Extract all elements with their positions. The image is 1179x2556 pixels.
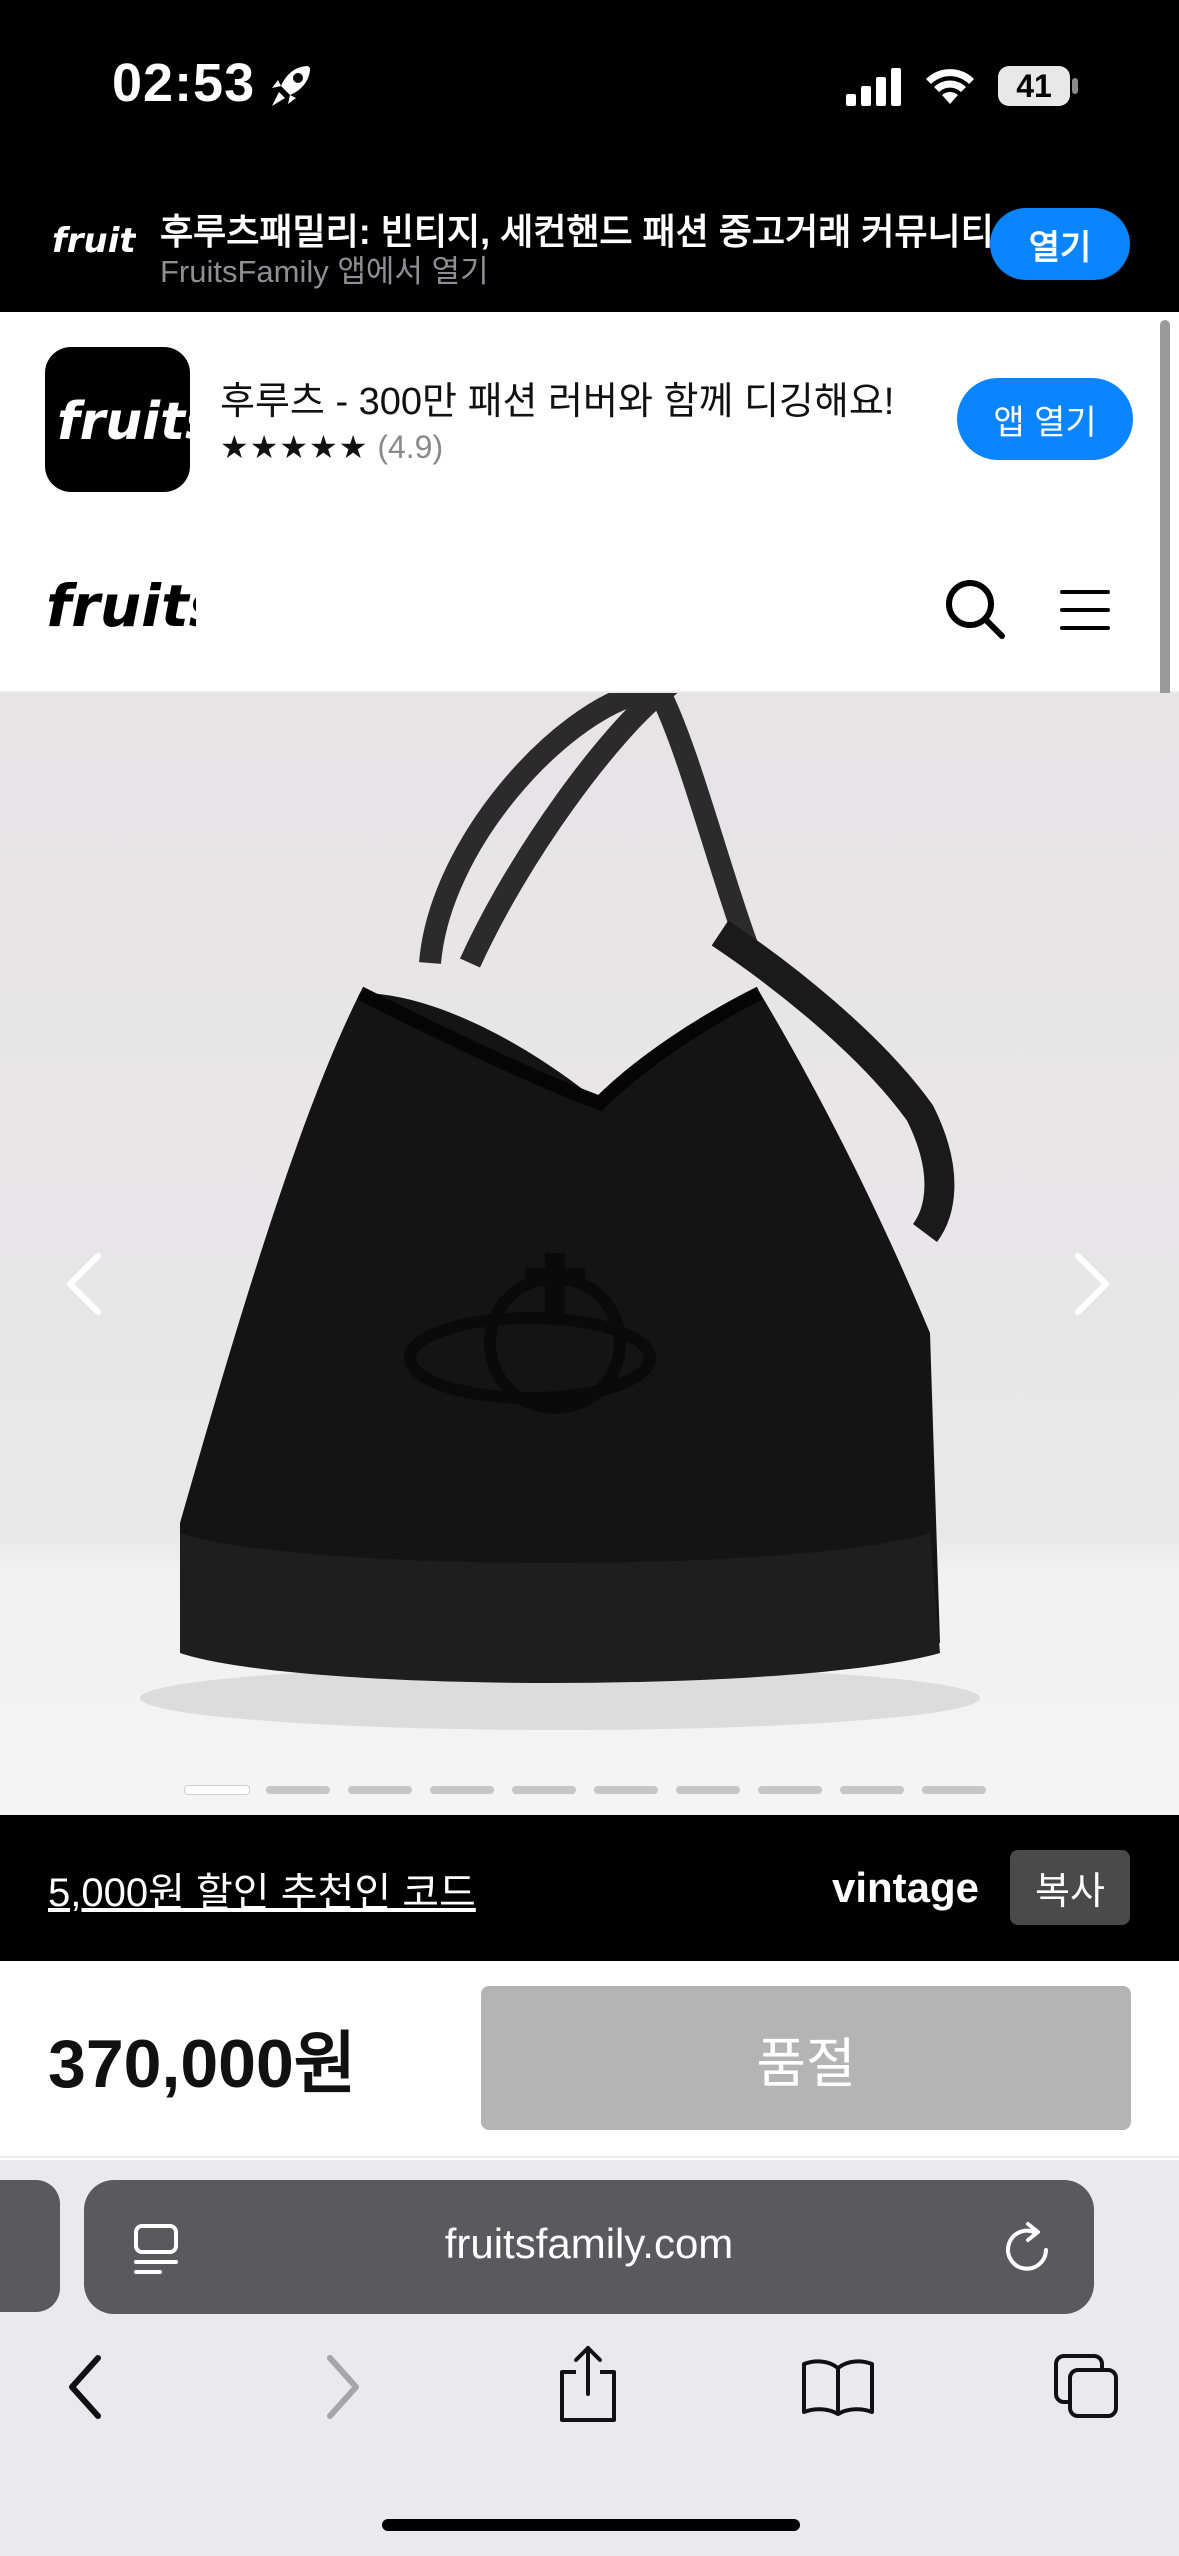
share-icon[interactable] (556, 2344, 620, 2424)
svg-text:fruits: fruits (57, 392, 190, 452)
signal-icon (846, 68, 901, 106)
carousel-dot[interactable] (266, 1786, 330, 1794)
carousel-dot[interactable] (922, 1786, 986, 1794)
banner-subtitle: FruitsFamily 앱에서 열기 (160, 254, 489, 289)
product-image[interactable] (0, 693, 1179, 1815)
carousel-dot[interactable] (184, 1785, 250, 1795)
product-price: 370,000원 (48, 2026, 357, 2102)
copy-code-button[interactable]: 복사 (1010, 1850, 1130, 1925)
svg-text:fruits: fruits (52, 221, 136, 261)
reload-icon[interactable] (1000, 2220, 1056, 2278)
fruits-banner-logo: fruits (52, 221, 136, 261)
clock: 02:53 (112, 53, 256, 113)
svg-text:fruits: fruits (46, 572, 196, 640)
previous-image-arrow-icon[interactable] (62, 1252, 106, 1316)
carousel-dot[interactable] (676, 1786, 740, 1794)
carousel-dot[interactable] (348, 1786, 412, 1794)
carousel-dot[interactable] (758, 1786, 822, 1794)
referral-code-link[interactable]: 5,000원 할인 추천인 코드 (48, 1860, 476, 1918)
next-image-arrow-icon[interactable] (1070, 1252, 1114, 1316)
app-open-button[interactable]: 앱 열기 (957, 378, 1133, 460)
tabs-icon[interactable] (1052, 2352, 1122, 2420)
black-tote-bag-image (140, 693, 980, 1730)
previous-tab-stub[interactable] (0, 2180, 60, 2312)
banner-open-button[interactable]: 열기 (990, 208, 1130, 280)
url-text[interactable]: fruitsfamily.com (84, 2220, 1094, 2268)
carousel-dot[interactable] (430, 1786, 494, 1794)
price-divider (0, 2156, 1179, 2158)
back-icon[interactable] (64, 2354, 108, 2420)
rocket-icon (272, 66, 310, 106)
wifi-icon (926, 69, 974, 104)
page-scrollbar[interactable] (1160, 320, 1170, 720)
home-indicator (382, 2519, 800, 2531)
app-icon: fruits (45, 347, 216, 492)
bookmarks-icon[interactable] (800, 2356, 876, 2416)
sold-out-button[interactable]: 품절 (481, 1986, 1131, 2130)
referral-code: vintage (832, 1864, 980, 1911)
app-name: 후루츠 - 300만 패션 러버와 함께 디깅해요! (220, 381, 895, 423)
carousel-dot[interactable] (840, 1786, 904, 1794)
forward-icon[interactable] (320, 2354, 364, 2420)
rating-value: (4.9) (377, 429, 444, 465)
battery-level: 41 (1016, 67, 1052, 104)
fruits-app-logo: fruits (57, 392, 216, 452)
app-rating: ★★★★★ (4.9) (220, 428, 443, 466)
menu-icon[interactable] (1058, 588, 1112, 632)
fruits-logo[interactable]: fruits (46, 572, 196, 644)
carousel-dot[interactable] (512, 1786, 576, 1794)
battery-cap (1072, 78, 1078, 94)
star-rating-icon: ★★★★★ (220, 429, 369, 465)
search-icon[interactable] (944, 578, 1006, 640)
carousel-dot[interactable] (594, 1786, 658, 1794)
